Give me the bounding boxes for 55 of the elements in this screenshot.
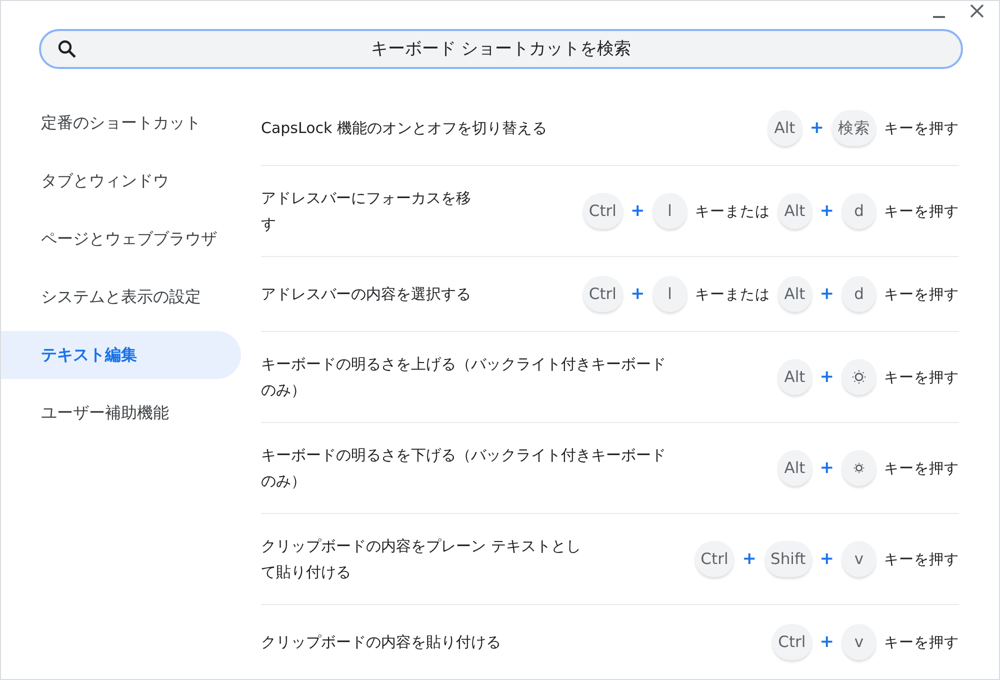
close-icon — [969, 3, 985, 19]
plus-sign: + — [742, 549, 757, 569]
plus-sign: + — [630, 201, 645, 221]
key-hint: キーを押す — [884, 120, 959, 138]
key-cap: l — [652, 193, 687, 229]
key-hint: キーまたは — [694, 286, 770, 304]
shortcut-description: キーボードの明るさを下げる（バックライト付きキーボードのみ） — [261, 445, 667, 492]
shortcut-description: キーボードの明るさを上げる（バックライト付きキーボードのみ） — [261, 354, 667, 401]
sidebar-item[interactable]: システムと表示の設定 — [1, 273, 241, 321]
key-hint: キーを押す — [884, 286, 959, 304]
key-cap: Alt — [778, 359, 812, 395]
key-cap: 検索 — [832, 110, 876, 146]
search-icon — [57, 39, 77, 59]
key-cap: Alt — [768, 110, 802, 146]
sidebar-item[interactable]: 定番のショートカット — [1, 99, 241, 147]
minimize-icon — [932, 16, 946, 18]
plus-sign: + — [630, 284, 645, 304]
key-cap: v — [842, 624, 876, 660]
shortcut-description: CapsLock 機能のオンとオフを切り替える — [261, 118, 548, 139]
key-cap: l — [652, 276, 687, 312]
key-cap: Ctrl — [694, 541, 734, 577]
key-cap: Ctrl — [582, 276, 622, 312]
key-hint: キーまたは — [694, 202, 770, 220]
sidebar-item[interactable]: タブとウィンドウ — [1, 157, 241, 205]
plus-sign: + — [820, 284, 834, 304]
search-field[interactable]: キーボード ショートカットを検索 — [39, 29, 963, 69]
key-cap: Ctrl — [772, 624, 812, 660]
plus-sign: + — [820, 367, 834, 387]
key-cap: d — [842, 193, 876, 229]
key-cap: Shift — [764, 541, 812, 577]
key-hint: キーを押す — [884, 634, 959, 652]
key-cap: Alt — [778, 276, 812, 312]
key-cap: Ctrl — [582, 193, 622, 229]
brightness-up-icon — [852, 370, 866, 384]
plus-sign: + — [820, 549, 834, 569]
key-hint: キーを押す — [884, 460, 959, 478]
key-hint: キーを押す — [884, 550, 959, 568]
key-cap: Alt — [778, 193, 812, 229]
plus-sign: + — [810, 118, 824, 138]
plus-sign: + — [820, 632, 834, 652]
sidebar-item[interactable]: ユーザー補助機能 — [1, 389, 241, 437]
shortcut-description: クリップボードの内容を貼り付ける — [261, 632, 502, 653]
key-hint: キーを押す — [884, 368, 959, 386]
plus-sign: + — [820, 201, 834, 221]
brightness-down-icon — [852, 461, 866, 475]
key-cap: Alt — [778, 450, 812, 486]
shortcut-description: クリップボードの内容をプレーン テキストとして貼り付ける — [261, 536, 582, 583]
shortcut-description: アドレスバーにフォーカスを移す — [261, 188, 472, 235]
key-cap: d — [842, 276, 876, 312]
shortcut-description: アドレスバーの内容を選択する — [261, 284, 472, 305]
key-cap: v — [842, 541, 876, 577]
key-hint: キーを押す — [884, 202, 959, 220]
sidebar-item[interactable]: テキスト編集 — [1, 331, 241, 379]
sidebar-item[interactable]: ページとウェブブラウザ — [1, 215, 241, 263]
plus-sign: + — [820, 458, 834, 478]
